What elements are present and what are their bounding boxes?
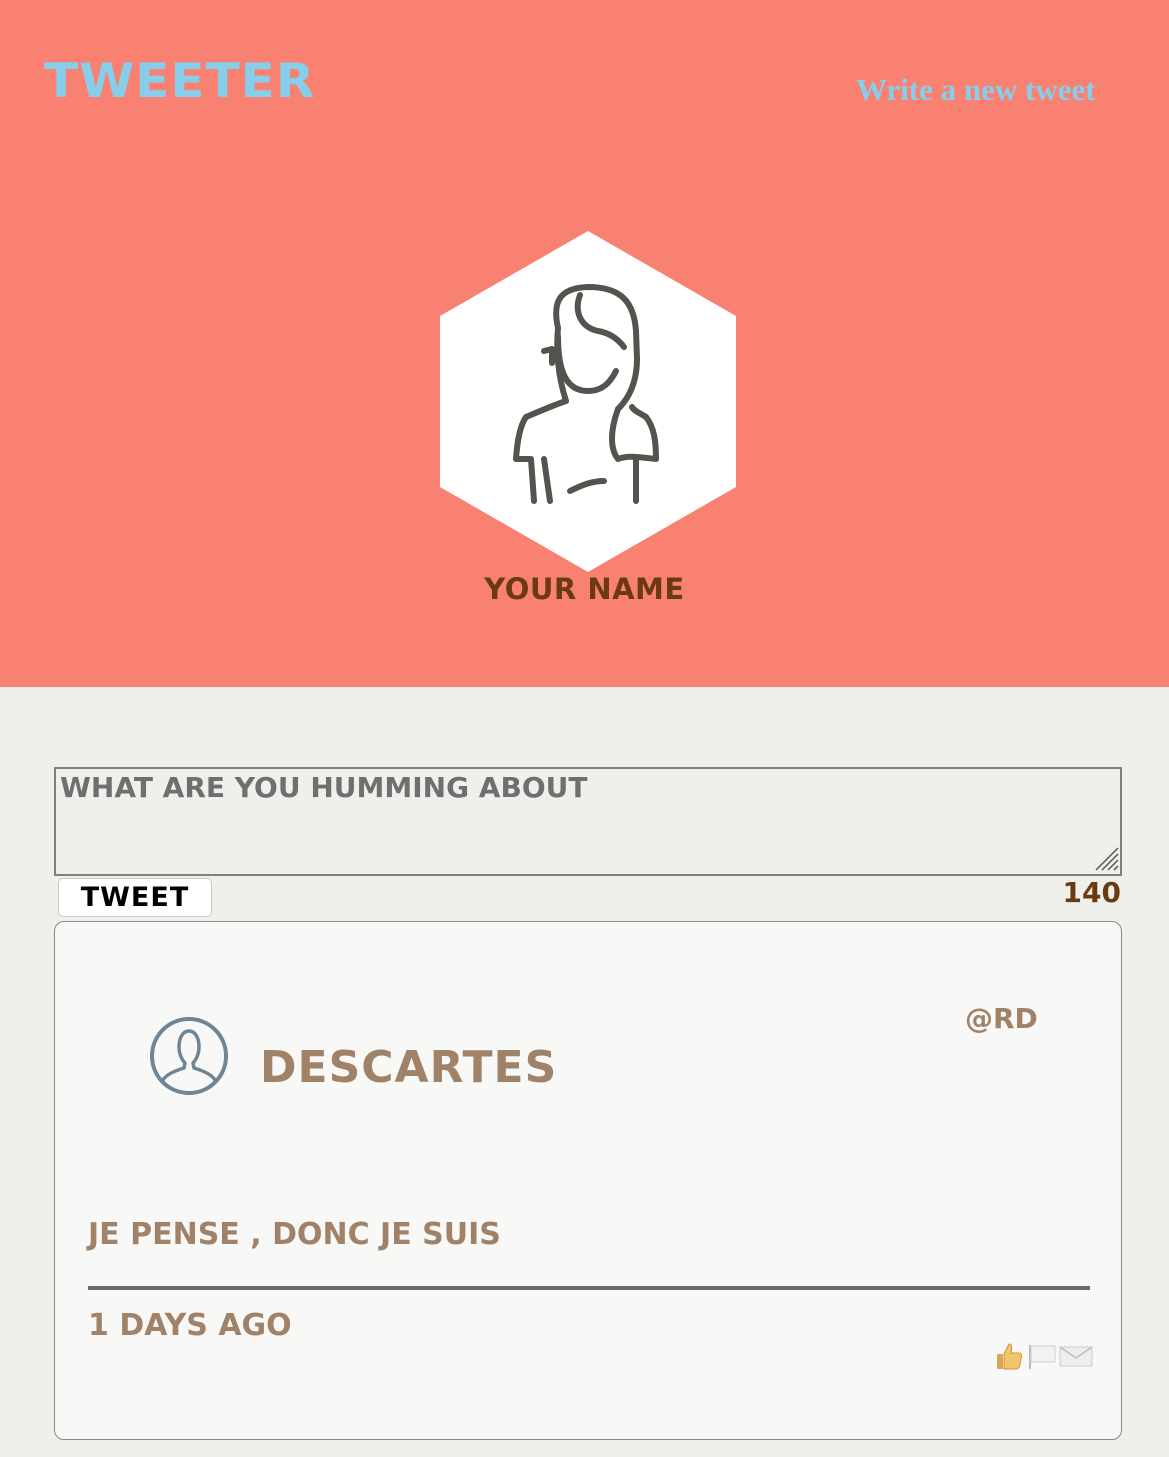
tweet-text: Je pense , donc je suis	[88, 1217, 501, 1252]
tweet-timestamp: 1 days ago	[88, 1308, 292, 1343]
page-header: Tweeter Write a new tweet Your Name	[0, 0, 1169, 687]
tweet-divider	[88, 1286, 1090, 1290]
like-icon[interactable]	[993, 1340, 1025, 1372]
brand-logo[interactable]: Tweeter	[44, 53, 315, 108]
tweet-submit-button[interactable]: Tweet	[58, 878, 212, 917]
tweet-composer-input[interactable]	[54, 767, 1122, 876]
tweet-author-name: Descartes	[260, 1042, 558, 1093]
tweet-actions	[993, 1340, 1093, 1372]
write-new-tweet-link[interactable]: Write a new tweet	[856, 72, 1096, 108]
profile-name: Your Name	[484, 572, 685, 606]
profile-avatar	[440, 231, 736, 572]
char-counter: 140	[1062, 876, 1121, 909]
envelope-icon[interactable]	[1059, 1344, 1093, 1368]
user-outline-icon	[150, 1017, 228, 1095]
flag-icon[interactable]	[1027, 1342, 1057, 1370]
tweet-card: Descartes @rd Je pense , donc je suis 1 …	[54, 921, 1122, 1440]
tweet-author-handle: @rd	[965, 1002, 1038, 1035]
resize-handle-icon[interactable]	[1090, 842, 1120, 872]
